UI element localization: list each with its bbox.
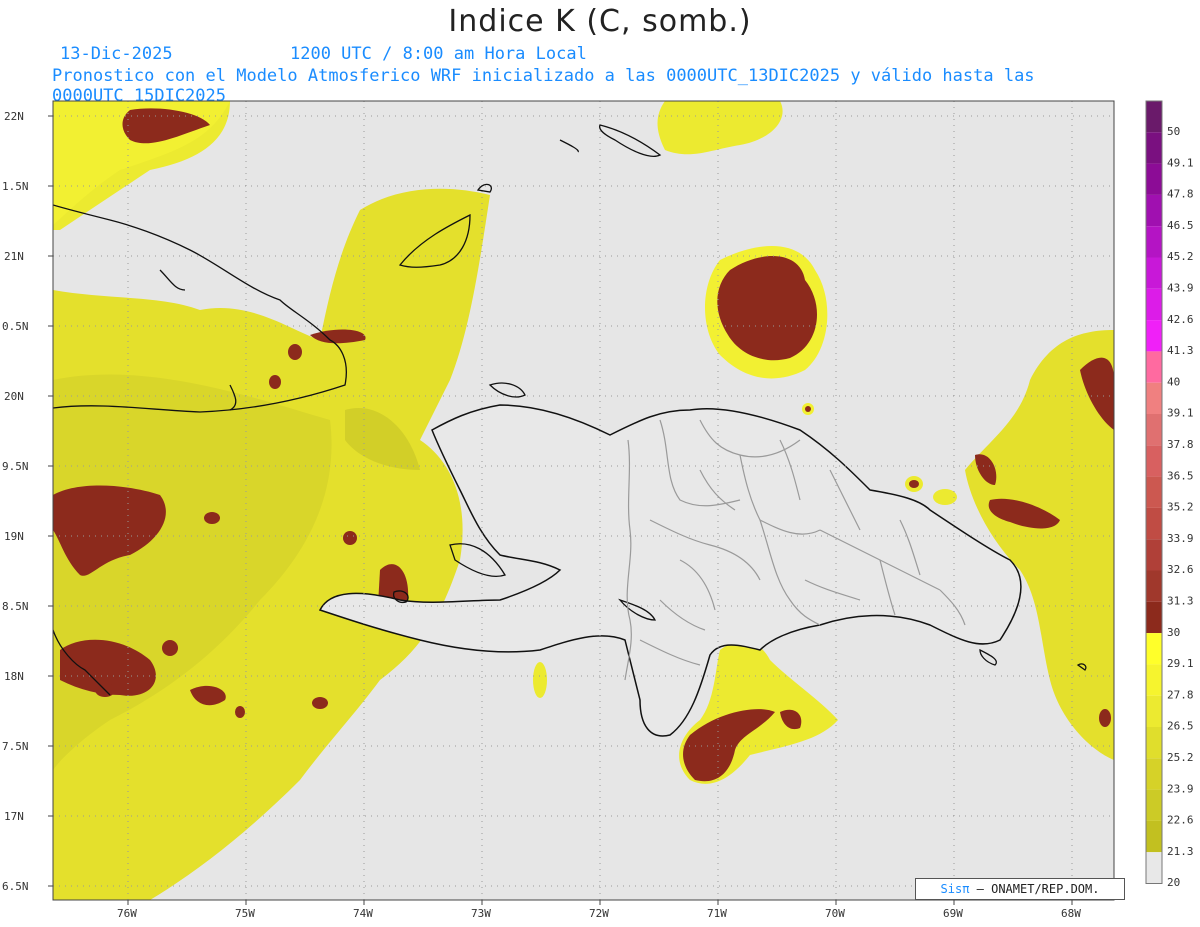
colorbar-swatch xyxy=(1146,445,1162,477)
colorbar-swatch xyxy=(1146,789,1162,821)
colorbar-swatch xyxy=(1146,633,1162,665)
colorbar-swatch xyxy=(1146,570,1162,602)
lon-label: 74W xyxy=(353,907,373,920)
lon-label: 68W xyxy=(1061,907,1081,920)
colorbar-label: 40 xyxy=(1167,375,1180,388)
colorbar-label: 33.9 xyxy=(1167,532,1194,545)
colorbar-swatch xyxy=(1146,132,1162,164)
latitude-labels: 22N 1.5N 21N 0.5N 20N 9.5N 19N 8.5N 18N … xyxy=(2,110,29,893)
colorbar-label: 45.2 xyxy=(1167,250,1194,263)
colorbar-label: 32.6 xyxy=(1167,563,1194,576)
lat-label: 17N xyxy=(4,810,24,823)
colorbar-label: 50 xyxy=(1167,125,1180,138)
colorbar-swatch xyxy=(1146,163,1162,195)
colorbar-swatch xyxy=(1146,539,1162,571)
colorbar-swatch xyxy=(1146,695,1162,727)
lat-label: 18N xyxy=(4,670,24,683)
colorbar-label: 42.6 xyxy=(1167,313,1194,326)
colorbar-label: 25.2 xyxy=(1167,751,1194,764)
colorbar-label: 47.8 xyxy=(1167,188,1194,201)
lon-label: 72W xyxy=(589,907,609,920)
colorbar-label: 43.9 xyxy=(1167,282,1194,295)
lat-label: 0.5N xyxy=(2,320,29,333)
lat-label: 6.5N xyxy=(2,880,29,893)
colorbar-label: 31.3 xyxy=(1167,595,1194,608)
lat-label: 22N xyxy=(4,110,24,123)
colorbar-swatch xyxy=(1146,664,1162,696)
weather-map: 22N 1.5N 21N 0.5N 20N 9.5N 19N 8.5N 18N … xyxy=(2,100,1194,920)
colorbar-label: 37.8 xyxy=(1167,438,1194,451)
lat-label: 7.5N xyxy=(2,740,29,753)
lat-label: 1.5N xyxy=(2,180,29,193)
colorbar-label: 22.6 xyxy=(1167,814,1194,827)
colorbar-swatch xyxy=(1146,194,1162,227)
colorbar-label: 49.1 xyxy=(1167,156,1194,169)
lon-label: 71W xyxy=(707,907,727,920)
lat-label: 8.5N xyxy=(2,600,29,613)
credit-org: – ONAMET/REP.DOM. xyxy=(976,882,1100,896)
colorbar-swatch xyxy=(1146,852,1162,884)
colorbar-swatch xyxy=(1146,476,1162,508)
colorbar-swatch xyxy=(1146,758,1162,790)
colorbar-swatch xyxy=(1146,101,1162,133)
colorbar-label: 29.1 xyxy=(1167,657,1194,670)
lat-label: 19N xyxy=(4,530,24,543)
colorbar-swatch xyxy=(1146,226,1162,258)
lat-label: 20N xyxy=(4,390,24,403)
colorbar-swatch xyxy=(1146,257,1162,289)
colorbar-swatch xyxy=(1146,320,1162,352)
colorbar-label: 26.5 xyxy=(1167,720,1194,733)
colorbar-label: 30 xyxy=(1167,626,1180,639)
colorbar-swatch xyxy=(1146,351,1162,383)
lat-label: 9.5N xyxy=(2,460,29,473)
colorbar-swatch xyxy=(1146,382,1162,414)
colorbar-swatch xyxy=(1146,288,1162,321)
colorbar-label: 46.5 xyxy=(1167,219,1194,232)
colorbar-label: 23.9 xyxy=(1167,782,1194,795)
colorbar-label: 41.3 xyxy=(1167,344,1194,357)
colorbar-swatch xyxy=(1146,820,1162,853)
colorbar: 50 49.1 47.8 46.5 45.2 43.9 42.6 41.3 40 39.1 37.8… xyxy=(1145,100,1194,889)
colorbar-label: 35.2 xyxy=(1167,501,1194,514)
colorbar-swatch xyxy=(1146,601,1162,634)
colorbar-label: 39.1 xyxy=(1167,407,1194,420)
lon-label: 69W xyxy=(943,907,963,920)
colorbar-label: 21.3 xyxy=(1167,845,1194,858)
credit-box: Sisπ – ONAMET/REP.DOM. xyxy=(915,878,1125,900)
colorbar-label: 36.5 xyxy=(1167,469,1194,482)
colorbar-swatch xyxy=(1146,414,1162,446)
lon-label: 73W xyxy=(471,907,491,920)
colorbar-swatch xyxy=(1146,507,1162,540)
lat-label: 21N xyxy=(4,250,24,263)
lon-label: 75W xyxy=(235,907,255,920)
lon-label: 76W xyxy=(117,907,137,920)
k-index-field xyxy=(53,101,1114,900)
colorbar-label: 27.8 xyxy=(1167,688,1194,701)
lon-label: 70W xyxy=(825,907,845,920)
longitude-labels: 76W 75W 74W 73W 72W 71W 70W 69W 68W xyxy=(117,907,1081,920)
colorbar-label: 20 xyxy=(1167,876,1180,889)
credit-sis: Sisπ xyxy=(940,882,970,896)
colorbar-swatch xyxy=(1146,727,1162,759)
